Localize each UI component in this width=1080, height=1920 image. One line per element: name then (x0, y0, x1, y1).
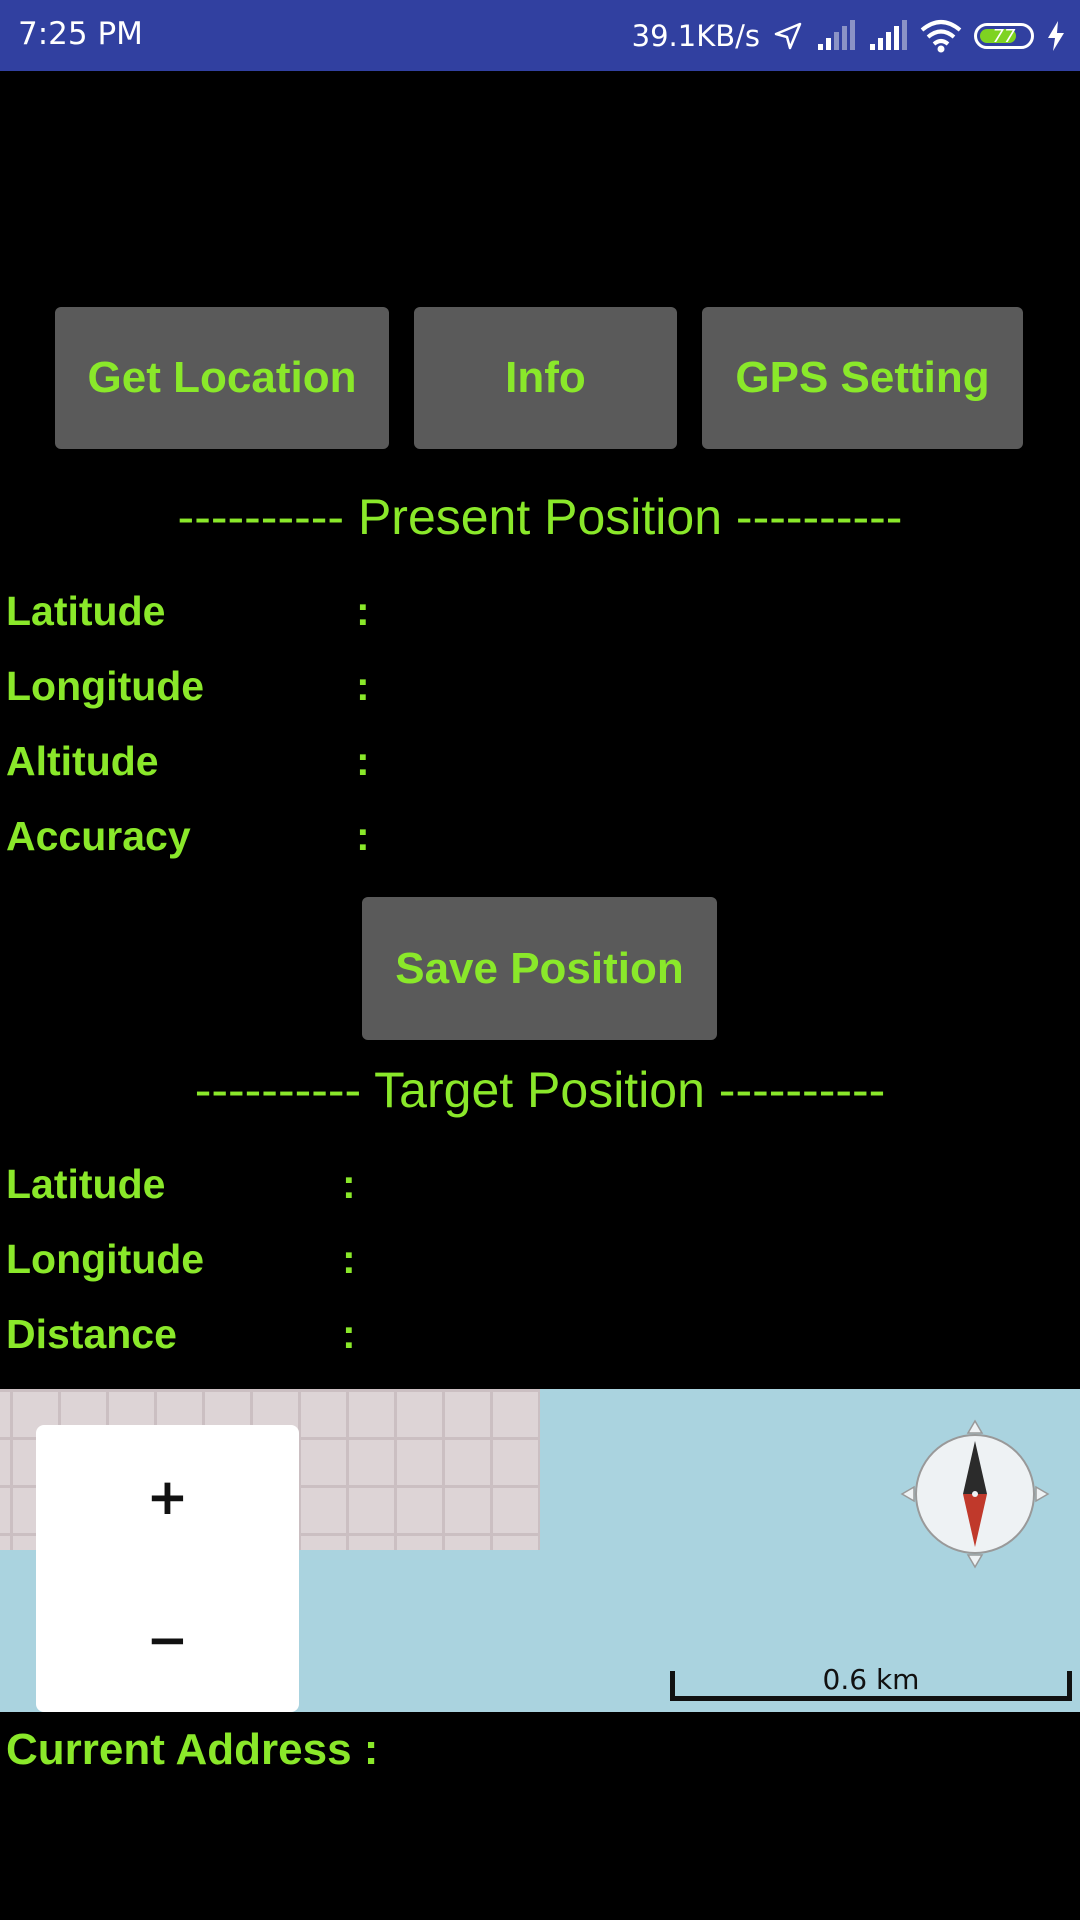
present-latitude-colon: : (356, 588, 370, 634)
target-longitude-colon: : (342, 1236, 356, 1282)
map-scale-bar: 0.6 km (670, 1663, 1072, 1701)
status-bar: 7:25 PM 39.1KB/s 77 (0, 0, 1080, 71)
target-longitude-label: Longitude (6, 1236, 205, 1282)
target-distance-label: Distance (6, 1311, 177, 1357)
signal-icon (818, 20, 855, 50)
present-longitude-label: Longitude (6, 663, 205, 709)
status-time: 7:25 PM (18, 16, 143, 52)
present-accuracy-label: Accuracy (6, 813, 191, 859)
get-location-button[interactable]: Get Location (55, 307, 389, 449)
target-latitude-row: Latitude : (6, 1161, 1076, 1217)
location-arrow-icon (774, 22, 802, 50)
app-screen: 7:25 PM 39.1KB/s 77 Get Location Info GP… (0, 0, 1080, 1920)
present-altitude-label: Altitude (6, 738, 159, 784)
zoom-out-button[interactable]: − (36, 1568, 299, 1711)
map-scale-label: 0.6 km (822, 1663, 920, 1696)
signal-icon (870, 20, 907, 50)
charging-icon (1048, 21, 1064, 51)
present-altitude-row: Altitude : (6, 738, 1076, 794)
present-longitude-colon: : (356, 663, 370, 709)
battery-icon: 77 (974, 23, 1034, 49)
present-altitude-colon: : (356, 738, 370, 784)
target-position-title: ---------- Target Position ---------- (194, 1062, 886, 1118)
present-longitude-row: Longitude : (6, 663, 1076, 719)
current-address-label: Current Address : (6, 1725, 379, 1774)
present-accuracy-row: Accuracy : (6, 813, 1076, 869)
present-position-title: ---------- Present Position ---------- (177, 489, 903, 545)
gps-setting-button[interactable]: GPS Setting (702, 307, 1023, 449)
wifi-icon (920, 20, 962, 53)
status-icons: 39.1KB/s 77 (632, 14, 1066, 58)
save-position-button[interactable]: Save Position (362, 897, 717, 1040)
target-latitude-label: Latitude (6, 1161, 166, 1207)
network-speed: 39.1KB/s (631, 19, 760, 53)
compass-icon[interactable] (900, 1419, 1050, 1569)
battery-level: 77 (992, 25, 1016, 47)
target-latitude-colon: : (342, 1161, 356, 1207)
target-distance-colon: : (342, 1311, 356, 1357)
info-button[interactable]: Info (414, 307, 677, 449)
zoom-in-button[interactable]: + (36, 1425, 299, 1568)
present-latitude-label: Latitude (6, 588, 166, 634)
present-latitude-row: Latitude : (6, 588, 1076, 644)
present-accuracy-colon: : (356, 813, 370, 859)
map-view[interactable]: + − 0.6 km (0, 1389, 1080, 1712)
target-longitude-row: Longitude : (6, 1236, 1076, 1292)
zoom-controls: + − (36, 1425, 299, 1712)
target-distance-row: Distance : (6, 1311, 1076, 1367)
